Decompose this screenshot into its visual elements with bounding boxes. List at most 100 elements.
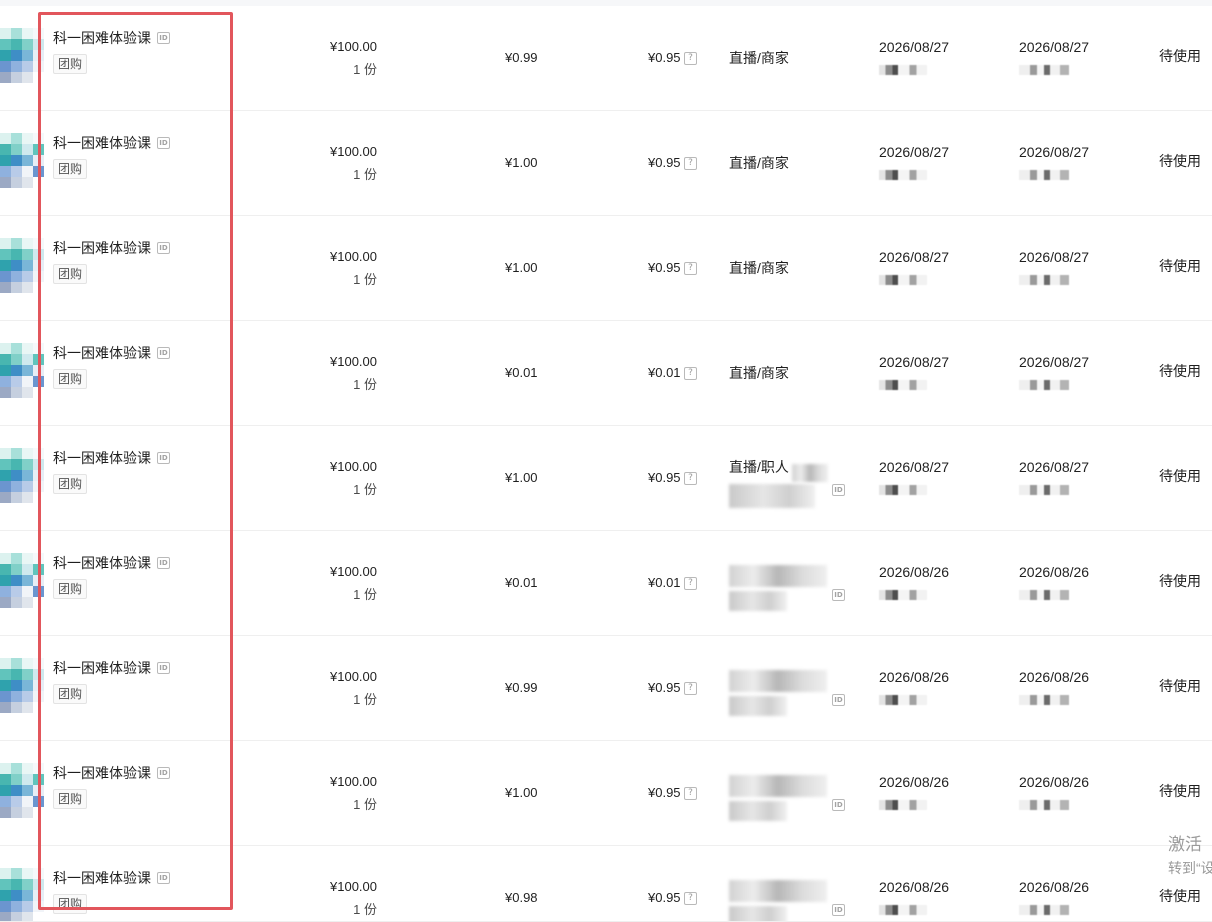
paid-amount: ¥0.01 xyxy=(505,575,538,590)
quantity: 1 份 xyxy=(353,272,377,287)
masked-author-detail xyxy=(729,801,787,821)
question-icon[interactable]: ? xyxy=(684,892,697,905)
order-paid-date: 2026/08/26 xyxy=(1019,669,1090,685)
masked-author-name xyxy=(792,464,828,482)
quantity: 1 份 xyxy=(353,902,377,917)
unit-price: ¥100.00 xyxy=(330,564,377,579)
order-created-date: 2026/08/27 xyxy=(879,144,950,160)
unit-price: ¥100.00 xyxy=(330,249,377,264)
paid-amount: ¥1.00 xyxy=(505,470,538,485)
quantity: 1 份 xyxy=(353,167,377,182)
question-icon[interactable]: ? xyxy=(684,577,697,590)
author-id-icon[interactable]: ID xyxy=(832,904,845,916)
question-icon[interactable]: ? xyxy=(684,52,697,65)
order-paid-date: 2026/08/27 xyxy=(1019,39,1090,55)
quantity: 1 份 xyxy=(353,482,377,497)
masked-created-time xyxy=(879,380,927,390)
masked-created-time xyxy=(879,275,927,285)
order-channel: 直播/商家 xyxy=(729,155,789,171)
unit-price: ¥100.00 xyxy=(330,39,377,54)
paid-amount: ¥1.00 xyxy=(505,785,538,800)
masked-created-time xyxy=(879,905,927,915)
quantity: 1 份 xyxy=(353,377,377,392)
paid-amount: ¥0.99 xyxy=(505,50,538,65)
masked-created-time xyxy=(879,590,927,600)
income-amount: ¥0.01 xyxy=(648,575,681,590)
status-text: 待使用 xyxy=(1159,363,1201,379)
unit-price: ¥100.00 xyxy=(330,459,377,474)
status-text: 待使用 xyxy=(1159,258,1201,274)
income-amount: ¥0.95 xyxy=(648,260,681,275)
author-id-icon[interactable]: ID xyxy=(832,694,845,706)
order-created-date: 2026/08/26 xyxy=(879,669,950,685)
masked-paid-time xyxy=(1019,905,1069,915)
status-text: 待使用 xyxy=(1159,888,1201,904)
paid-amount: ¥0.98 xyxy=(505,890,538,905)
paid-amount: ¥1.00 xyxy=(505,155,538,170)
order-created-date: 2026/08/27 xyxy=(879,354,950,370)
masked-author-detail xyxy=(729,484,815,508)
masked-author-detail xyxy=(729,906,787,921)
order-channel: 直播/商家 xyxy=(729,50,789,66)
income-amount: ¥0.95 xyxy=(648,470,681,485)
masked-created-time xyxy=(879,65,927,75)
order-paid-date: 2026/08/26 xyxy=(1019,879,1090,895)
status-text: 待使用 xyxy=(1159,783,1201,799)
status-text: 待使用 xyxy=(1159,573,1201,589)
status-text: 待使用 xyxy=(1159,153,1201,169)
masked-paid-time xyxy=(1019,590,1069,600)
masked-created-time xyxy=(879,695,927,705)
status-text: 待使用 xyxy=(1159,48,1201,64)
order-channel: 直播/商家 xyxy=(729,260,789,276)
highlight-box xyxy=(38,12,233,910)
masked-paid-time xyxy=(1019,485,1069,495)
unit-price: ¥100.00 xyxy=(330,669,377,684)
masked-paid-time xyxy=(1019,800,1069,810)
question-icon[interactable]: ? xyxy=(684,472,697,485)
income-amount: ¥0.95 xyxy=(648,785,681,800)
masked-paid-time xyxy=(1019,380,1069,390)
order-created-date: 2026/08/27 xyxy=(879,459,950,475)
income-amount: ¥0.95 xyxy=(648,680,681,695)
question-icon[interactable]: ? xyxy=(684,367,697,380)
masked-created-time xyxy=(879,800,927,810)
status-text: 待使用 xyxy=(1159,468,1201,484)
order-paid-date: 2026/08/26 xyxy=(1019,564,1090,580)
masked-paid-time xyxy=(1019,65,1069,75)
author-id-icon[interactable]: ID xyxy=(832,799,845,811)
order-created-date: 2026/08/26 xyxy=(879,774,950,790)
activation-hint: 转到“设 xyxy=(1168,860,1212,876)
question-icon[interactable]: ? xyxy=(684,157,697,170)
masked-author-detail xyxy=(729,696,787,716)
unit-price: ¥100.00 xyxy=(330,879,377,894)
masked-created-time xyxy=(879,170,927,180)
order-created-date: 2026/08/26 xyxy=(879,879,950,895)
order-channel: 直播/职人 xyxy=(729,459,789,475)
masked-author-detail xyxy=(729,591,787,611)
masked-author-name xyxy=(729,565,827,587)
income-amount: ¥0.95 xyxy=(648,155,681,170)
masked-author-name xyxy=(729,670,827,692)
order-paid-date: 2026/08/27 xyxy=(1019,249,1090,265)
paid-amount: ¥0.01 xyxy=(505,365,538,380)
question-icon[interactable]: ? xyxy=(684,787,697,800)
order-created-date: 2026/08/26 xyxy=(879,564,950,580)
masked-paid-time xyxy=(1019,695,1069,705)
question-icon[interactable]: ? xyxy=(684,262,697,275)
quantity: 1 份 xyxy=(353,62,377,77)
activation-title: 激活 xyxy=(1168,835,1202,854)
author-id-icon[interactable]: ID xyxy=(832,484,845,496)
masked-paid-time xyxy=(1019,275,1069,285)
unit-price: ¥100.00 xyxy=(330,144,377,159)
author-id-icon[interactable]: ID xyxy=(832,589,845,601)
masked-author-name xyxy=(729,775,827,797)
order-channel: 直播/商家 xyxy=(729,365,789,381)
order-created-date: 2026/08/27 xyxy=(879,249,950,265)
order-paid-date: 2026/08/27 xyxy=(1019,459,1090,475)
question-icon[interactable]: ? xyxy=(684,682,697,695)
windows-activation-watermark: 激活 转到“设 xyxy=(1168,834,1212,880)
order-created-date: 2026/08/27 xyxy=(879,39,950,55)
masked-paid-time xyxy=(1019,170,1069,180)
unit-price: ¥100.00 xyxy=(330,774,377,789)
paid-amount: ¥0.99 xyxy=(505,680,538,695)
